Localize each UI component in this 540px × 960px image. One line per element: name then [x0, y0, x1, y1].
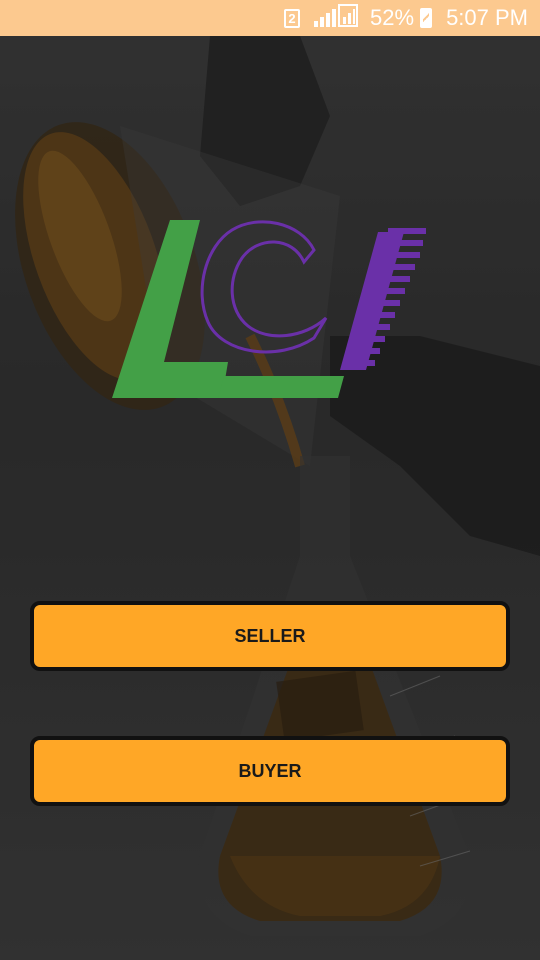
status-time: 5:07 PM	[446, 5, 528, 30]
status-bar: 2 52% 5:07 PM	[0, 0, 540, 36]
battery-percent: 52%	[370, 5, 415, 30]
logo-letter-l	[112, 220, 228, 398]
buyer-button-label: BUYER	[238, 760, 302, 781]
signal-icon	[314, 3, 359, 33]
battery-charging-icon	[420, 8, 433, 28]
lab-glassware-illustration	[0, 36, 540, 960]
lci-logo	[108, 212, 432, 404]
logo-letter-c	[200, 220, 328, 354]
seller-button-label: SELLER	[234, 625, 306, 646]
background-photo	[0, 36, 540, 960]
seller-button[interactable]: SELLER	[30, 601, 510, 671]
logo-underline	[218, 376, 344, 398]
buyer-button[interactable]: BUYER	[30, 736, 510, 806]
screen: 2 52% 5:07 PM SELLER BUYER	[0, 0, 540, 960]
sim-icon: 2	[284, 8, 301, 28]
